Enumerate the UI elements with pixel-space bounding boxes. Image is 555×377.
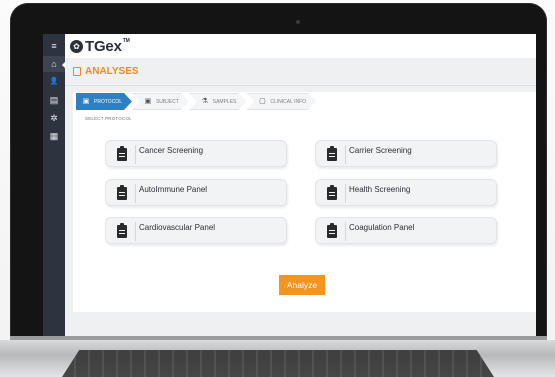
- protocol-health-screening[interactable]: Health Screening: [315, 179, 497, 206]
- camera-dot: [296, 20, 300, 24]
- briefcase-icon[interactable]: ▦: [43, 128, 65, 144]
- home-glyph: ⌂: [51, 59, 57, 69]
- step-label: PROTOCOL: [94, 98, 122, 105]
- protocol-label: Cancer Screening: [139, 146, 204, 155]
- top-bar: ✿ TGexTM: [65, 34, 536, 58]
- app-name-text: TGex: [85, 37, 122, 55]
- menu-icon[interactable]: ≡: [43, 38, 65, 54]
- clipboard-icon: [323, 185, 340, 202]
- divider: [345, 145, 346, 164]
- divider: [345, 222, 346, 241]
- protocol-carrier-screening[interactable]: Carrier Screening: [315, 140, 497, 167]
- analyses-icon: [73, 67, 81, 76]
- laptop-scene: ≡ ⌂ 👤 ▤ ✲ ▦ ✿ TGexTM ANALYSES ▣ PROTOCOL…: [0, 0, 555, 377]
- select-protocol-label: SELECT PROTOCOL: [85, 116, 132, 121]
- divider: [135, 145, 136, 164]
- document-icon[interactable]: ▤: [43, 92, 65, 108]
- app-screen: ≡ ⌂ 👤 ▤ ✲ ▦ ✿ TGexTM ANALYSES ▣ PROTOCOL…: [43, 34, 536, 339]
- home-icon[interactable]: ⌂: [43, 56, 66, 72]
- step-samples[interactable]: ⚗ SAMPLES: [189, 93, 247, 110]
- protocol-coagulation-panel[interactable]: Coagulation Panel: [315, 217, 497, 244]
- step-label: SAMPLES: [212, 98, 237, 105]
- protocol-label: AutoImmune Panel: [139, 185, 208, 194]
- user-icon[interactable]: 👤: [43, 74, 65, 90]
- step-label: CLINICAL INFO: [270, 98, 307, 105]
- protocol-label: Carrier Screening: [349, 146, 412, 155]
- page-title: ANALYSES: [73, 66, 139, 77]
- step-clinical-info[interactable]: ▢ CLINICAL INFO: [246, 93, 316, 110]
- wizard-steps: ▣ PROTOCOL ▣ SUBJECT ⚗ SAMPLES ▢ CLINICA…: [76, 93, 316, 110]
- section-header: ANALYSES: [65, 58, 536, 86]
- clipboard-icon: [113, 185, 130, 202]
- app-logo[interactable]: ✿ TGexTM: [70, 38, 130, 55]
- clipboard-icon: [113, 146, 130, 163]
- protocol-autoimmune-panel[interactable]: AutoImmune Panel: [105, 179, 287, 206]
- clipboard-outline-icon: ▢: [259, 97, 266, 105]
- flask-icon: ⚗: [201, 97, 208, 105]
- clipboard-icon: [323, 223, 340, 240]
- app-name: TGexTM: [85, 38, 130, 55]
- divider: [345, 184, 346, 203]
- laptop-keyboard: [62, 350, 494, 377]
- logo-mark-icon: ✿: [70, 39, 83, 53]
- protocol-cancer-screening[interactable]: Cancer Screening: [105, 140, 287, 167]
- clipboard-icon: [113, 223, 130, 240]
- step-subject[interactable]: ▣ SUBJECT: [132, 93, 189, 110]
- laptop-lid: ≡ ⌂ 👤 ▤ ✲ ▦ ✿ TGexTM ANALYSES ▣ PROTOCOL…: [10, 3, 547, 341]
- trademark: TM: [122, 37, 130, 44]
- clipboard-icon: [323, 146, 340, 163]
- analyze-button[interactable]: Analyze: [279, 275, 325, 295]
- page-title-text: ANALYSES: [85, 66, 139, 77]
- divider: [135, 222, 136, 241]
- settings-icon[interactable]: ✲: [43, 110, 65, 126]
- sidebar: ≡ ⌂ 👤 ▤ ✲ ▦: [43, 34, 66, 339]
- step-label: SUBJECT: [155, 98, 179, 105]
- protocol-cardiovascular-panel[interactable]: Cardiovascular Panel: [105, 217, 287, 244]
- step-protocol[interactable]: ▣ PROTOCOL: [76, 93, 132, 110]
- protocol-label: Health Screening: [349, 185, 411, 194]
- divider: [135, 184, 136, 203]
- protocol-label: Coagulation Panel: [349, 223, 415, 232]
- clipboard-icon: ▣: [82, 97, 90, 105]
- id-card-icon: ▣: [144, 97, 152, 105]
- protocol-label: Cardiovascular Panel: [139, 223, 216, 232]
